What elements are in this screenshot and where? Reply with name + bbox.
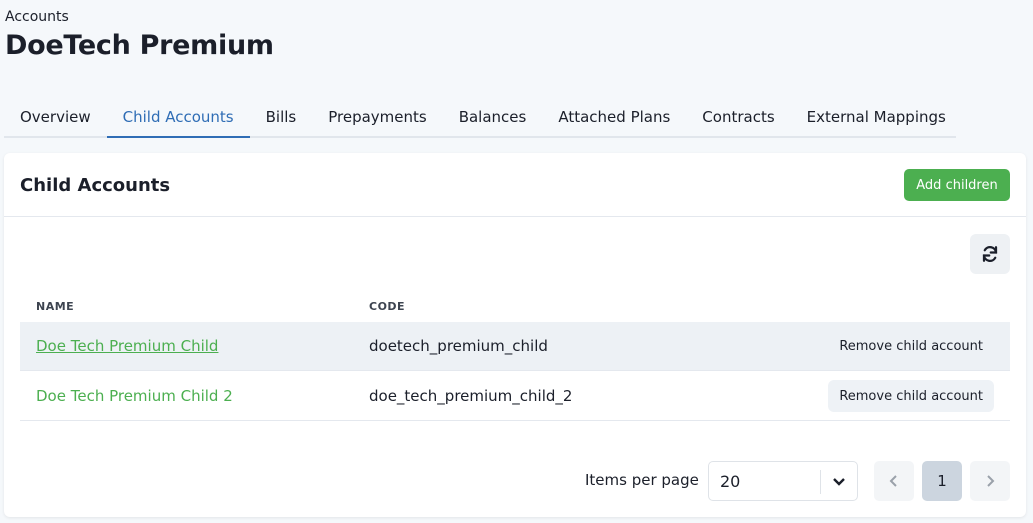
header-name[interactable]: NAME [36, 300, 74, 313]
tab-balances[interactable]: Balances [443, 100, 543, 138]
items-per-page-select[interactable]: 20 [708, 461, 858, 501]
refresh-icon [982, 246, 998, 262]
add-children-button[interactable]: Add children [904, 169, 1010, 201]
card-header: Child Accounts Add children [4, 153, 1026, 217]
tab-bar: Overview Child Accounts Bills Prepayment… [4, 100, 956, 138]
header-code[interactable]: CODE [369, 300, 405, 313]
tab-bills[interactable]: Bills [250, 100, 313, 138]
select-divider [820, 470, 821, 494]
tab-contracts[interactable]: Contracts [686, 100, 790, 138]
tab-external-mappings[interactable]: External Mappings [791, 100, 962, 138]
tab-attached-plans[interactable]: Attached Plans [542, 100, 686, 138]
prev-page-button[interactable] [874, 461, 914, 501]
next-page-button[interactable] [970, 461, 1010, 501]
chevron-left-icon [889, 475, 897, 487]
items-per-page-label: Items per page [585, 471, 699, 489]
account-name-link[interactable]: Doe Tech Premium Child [36, 337, 218, 355]
items-per-page-value: 20 [720, 472, 741, 491]
tab-overview[interactable]: Overview [4, 100, 107, 138]
chevron-down-icon [833, 478, 845, 486]
table-header: NAME CODE [20, 293, 1010, 321]
remove-child-account-button[interactable]: Remove child account [828, 330, 994, 362]
account-name-link[interactable]: Doe Tech Premium Child 2 [36, 387, 233, 405]
refresh-button[interactable] [970, 234, 1010, 274]
remove-child-account-button[interactable]: Remove child account [828, 380, 994, 412]
page-button-current[interactable]: 1 [922, 461, 962, 501]
child-accounts-card: Child Accounts Add children NAME CODE Do… [4, 153, 1026, 517]
chevron-right-icon [987, 475, 995, 487]
account-code: doe_tech_premium_child_2 [369, 387, 573, 405]
account-code: doetech_premium_child [369, 337, 548, 355]
tab-child-accounts[interactable]: Child Accounts [106, 100, 250, 138]
table-row: Doe Tech Premium Child doetech_premium_c… [20, 322, 1010, 371]
breadcrumb[interactable]: Accounts [5, 9, 69, 25]
page-title: DoeTech Premium [5, 30, 274, 61]
table-row: Doe Tech Premium Child 2 doe_tech_premiu… [20, 372, 1010, 421]
card-title: Child Accounts [20, 175, 171, 196]
tab-prepayments[interactable]: Prepayments [312, 100, 442, 138]
